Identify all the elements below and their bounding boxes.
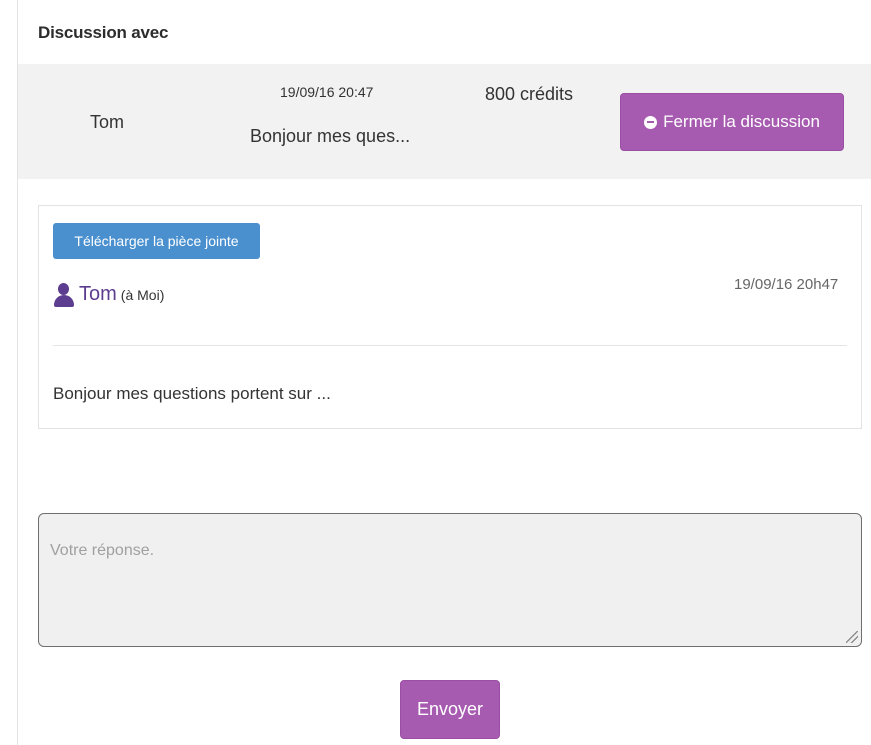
reply-textarea[interactable] — [38, 513, 862, 647]
send-button[interactable]: Envoyer — [400, 680, 500, 739]
message-divider — [53, 345, 847, 346]
message-timestamp: 19/09/16 20h47 — [734, 276, 839, 293]
minus-circle-icon — [644, 115, 658, 129]
download-attachment-button[interactable]: Télécharger la pièce jointe — [53, 223, 260, 259]
sender-name[interactable]: Tom — [79, 283, 117, 306]
sender-recipient: (à Moi) — [120, 287, 165, 303]
discussion-preview: Bonjour mes ques... — [250, 126, 411, 146]
resize-handle-icon[interactable] — [846, 631, 858, 643]
discussion-contact-name: Tom — [90, 112, 125, 132]
page-title: Discussion avec — [38, 23, 169, 42]
discussion-credits: 800 crédits — [485, 84, 574, 104]
discussion-date: 19/09/16 20:47 — [280, 84, 374, 100]
close-discussion-label: Fermer la discussion — [663, 112, 820, 131]
message-body: Bonjour mes questions portent sur ... — [53, 384, 331, 403]
message-sender: Tom (à Moi) — [53, 283, 164, 309]
user-icon — [53, 283, 75, 309]
close-discussion-button[interactable]: Fermer la discussion — [620, 93, 844, 151]
